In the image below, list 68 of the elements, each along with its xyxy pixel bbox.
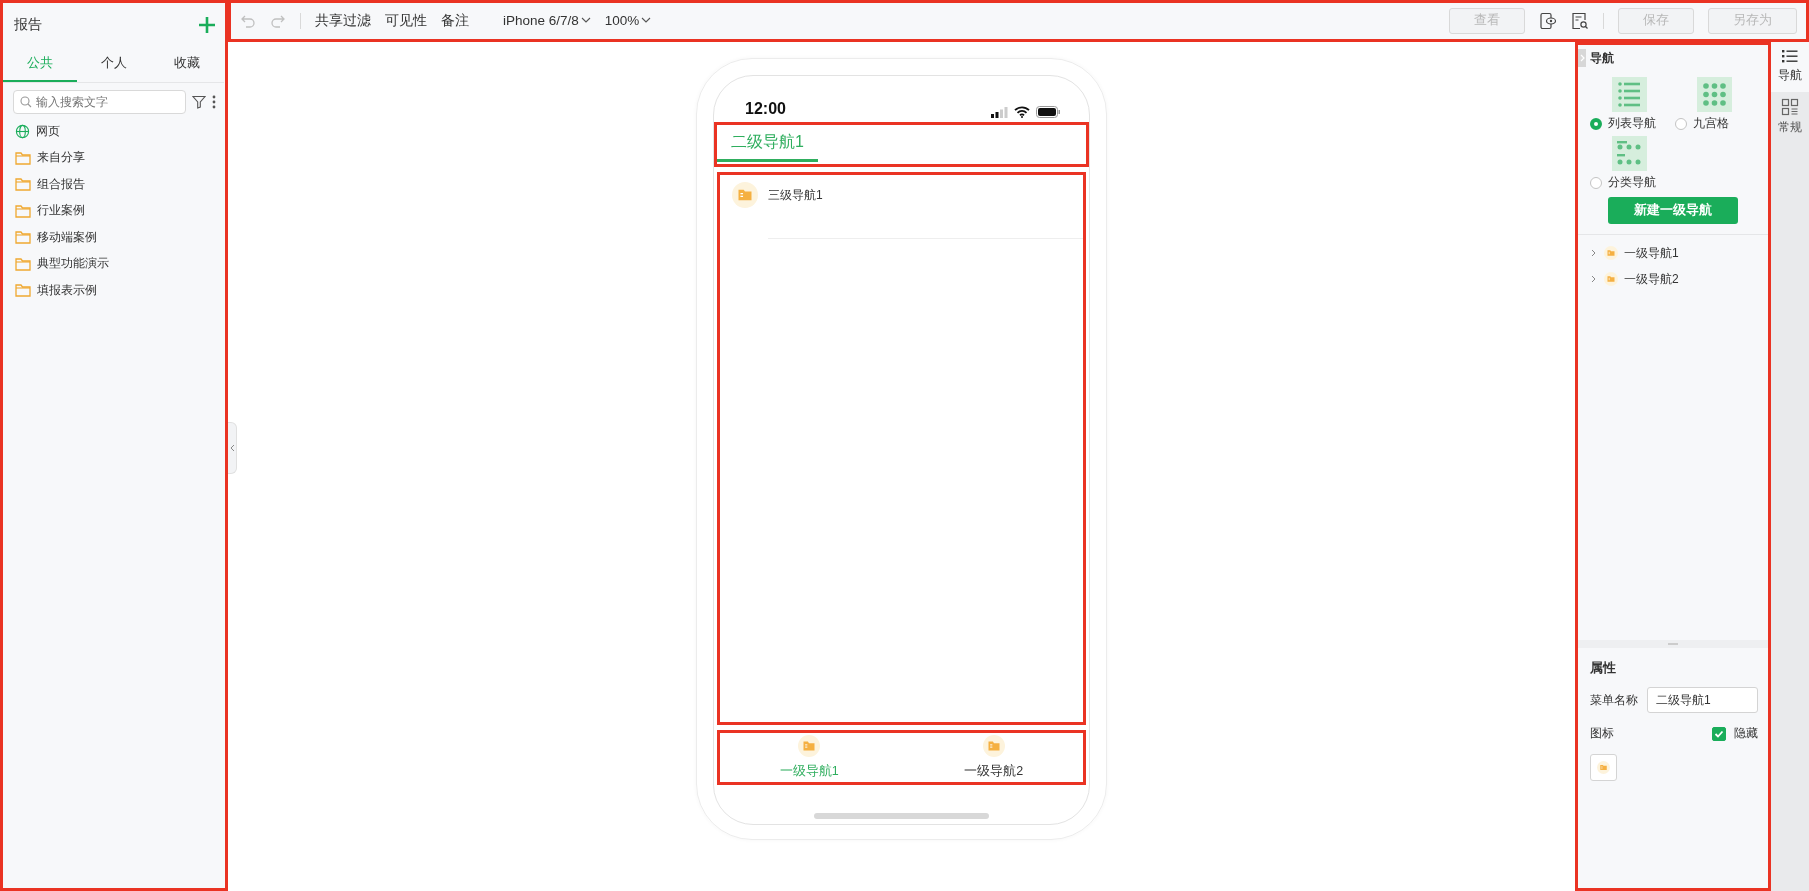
sidebar-item[interactable]: 典型功能演示 — [37, 255, 109, 273]
status-time: 12:00 — [745, 100, 786, 118]
field-label: 图标 — [1590, 725, 1614, 742]
icon-picker[interactable] — [1590, 754, 1617, 781]
wifi-icon — [1014, 106, 1030, 118]
sidebar-item[interactable]: 填报表示例 — [37, 281, 97, 299]
field-label: 菜单名称 — [1590, 691, 1638, 709]
chevron-down-icon — [641, 17, 652, 24]
tree-item[interactable]: 一级导航2 — [1590, 266, 1768, 292]
folder-icon — [732, 182, 758, 208]
chevron-left-icon — [229, 444, 235, 452]
folder-icon — [1597, 761, 1610, 774]
folder-icon — [15, 256, 31, 271]
document-search-icon[interactable] — [1571, 11, 1589, 30]
chevron-right-icon[interactable] — [1590, 275, 1598, 283]
tree-item[interactable]: 一级导航1 — [1590, 240, 1768, 266]
grid-icon — [1781, 98, 1799, 116]
add-icon[interactable] — [198, 16, 216, 34]
menu-name-field[interactable]: 二级导航1 — [1647, 687, 1758, 713]
section-title: 属性 — [1590, 660, 1617, 677]
sidebar-item[interactable]: 移动端案例 — [37, 228, 97, 246]
sidebar-tab[interactable]: 个人 — [76, 47, 151, 82]
folder-icon — [15, 203, 31, 218]
sidebar-item[interactable]: 网页 — [36, 122, 60, 140]
sidebar-item[interactable]: 行业案例 — [37, 202, 85, 220]
more-icon[interactable] — [212, 95, 216, 109]
toolbar-dropdown[interactable]: 100% — [604, 13, 652, 28]
layout-radio[interactable]: 九宫格 — [1675, 115, 1729, 132]
collapse-handle[interactable] — [1578, 49, 1586, 67]
sidebar-item[interactable]: 组合报告 — [37, 175, 85, 193]
toolbar-menu-item[interactable]: 可见性 — [385, 11, 427, 30]
category-layout-icon — [1612, 136, 1647, 171]
globe-icon — [15, 123, 30, 139]
folder-icon — [15, 177, 31, 192]
folder-icon — [982, 735, 1005, 757]
hide-checkbox[interactable]: 隐藏 — [1712, 725, 1758, 742]
folder-icon — [15, 150, 31, 165]
filter-icon[interactable] — [192, 95, 206, 109]
chevron-right-icon — [1579, 54, 1585, 62]
layout-radio[interactable]: 列表导航 — [1590, 115, 1656, 132]
folder-icon — [798, 735, 821, 757]
folder-icon — [15, 283, 31, 298]
side-tab[interactable]: 导航 — [1771, 42, 1809, 92]
grid-layout-icon — [1697, 77, 1732, 112]
bottom-nav-item[interactable]: 一级导航2 — [901, 730, 1086, 785]
layout-radio[interactable]: 分类导航 — [1590, 174, 1656, 191]
sidebar-title: 报告 — [14, 16, 42, 34]
battery-icon — [1036, 106, 1061, 118]
drag-handle-icon[interactable] — [1668, 643, 1678, 645]
list-icon — [1781, 48, 1799, 64]
sidebar-tab[interactable]: 收藏 — [150, 47, 224, 82]
toolbar-menu-item[interactable]: 备注 — [441, 11, 469, 30]
collapse-handle[interactable] — [228, 422, 237, 474]
search-field[interactable]: 输入搜索文字 — [13, 90, 186, 114]
chevron-right-icon[interactable] — [1590, 249, 1598, 257]
sidebar-item[interactable]: 来自分享 — [37, 149, 85, 167]
side-tab[interactable]: 常规 — [1771, 92, 1809, 144]
nav-list-item[interactable]: 三级导航1 — [768, 186, 823, 204]
signal-icon — [991, 106, 1008, 118]
list-layout-icon — [1612, 77, 1647, 112]
folder-icon — [1604, 272, 1618, 286]
chevron-down-icon — [580, 17, 591, 24]
toolbar-menu-item[interactable]: 共享过滤 — [315, 11, 371, 30]
mobile-preview-icon[interactable] — [1539, 11, 1557, 30]
panel-title: 导航 — [1590, 49, 1614, 67]
folder-icon — [15, 230, 31, 245]
toolbar-dropdown[interactable]: iPhone 6/7/8 — [503, 13, 591, 28]
folder-icon — [1604, 246, 1618, 260]
